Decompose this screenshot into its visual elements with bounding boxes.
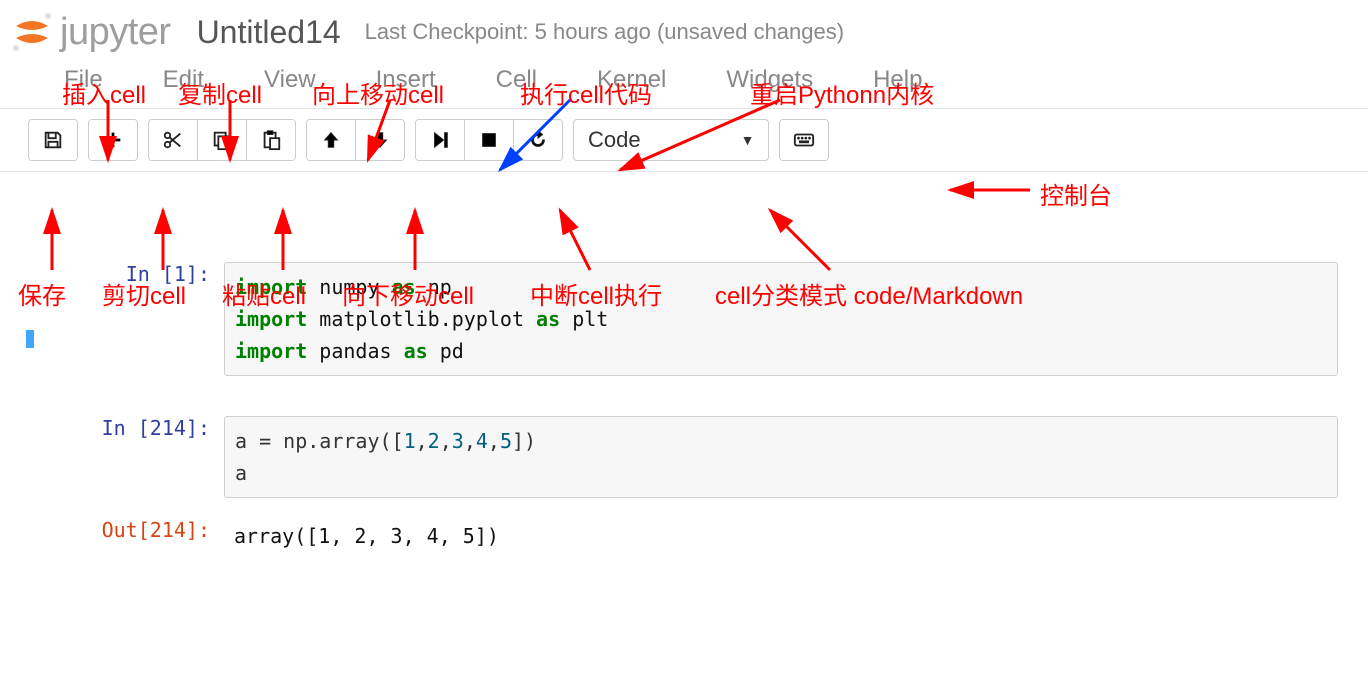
divider xyxy=(0,108,1368,109)
menu-edit[interactable]: Edit xyxy=(163,66,204,94)
jupyter-wordmark: jupyter xyxy=(60,11,171,54)
command-palette-button[interactable] xyxy=(780,120,828,160)
arrow-up-icon xyxy=(320,129,342,151)
copy-icon xyxy=(211,129,233,151)
run-icon xyxy=(429,129,451,151)
cell-type-label: Code xyxy=(588,127,641,153)
stop-icon xyxy=(478,129,500,151)
input-prompt: In [214]: xyxy=(10,416,224,440)
paste-icon xyxy=(260,129,282,151)
scissors-icon xyxy=(162,129,184,151)
move-down-button[interactable] xyxy=(355,120,404,160)
menu-bar: File Edit View Insert Cell Kernel Widget… xyxy=(0,54,1368,102)
move-up-button[interactable] xyxy=(307,120,355,160)
chevron-down-icon: ▼ xyxy=(741,132,755,148)
menu-help[interactable]: Help xyxy=(873,66,922,94)
toolbar: Code ▼ xyxy=(0,115,1368,165)
plus-icon xyxy=(102,129,124,151)
code-source[interactable]: a = np.array([1,2,3,4,5]) a xyxy=(224,416,1338,498)
paste-cell-button[interactable] xyxy=(246,120,295,160)
output-prompt: Out[214]: xyxy=(10,518,224,542)
jupyter-logo-icon xyxy=(10,10,54,54)
save-icon xyxy=(42,129,64,151)
code-cell[interactable]: In [1]: import numpy as np import matplo… xyxy=(10,262,1368,376)
ann-console: 控制台 xyxy=(1040,176,1112,211)
menu-kernel[interactable]: Kernel xyxy=(597,66,666,94)
input-prompt: In [1]: xyxy=(10,262,224,286)
interrupt-button[interactable] xyxy=(464,120,513,160)
restart-icon xyxy=(527,129,549,151)
menu-view[interactable]: View xyxy=(264,66,316,94)
save-button[interactable] xyxy=(29,120,77,160)
copy-cell-button[interactable] xyxy=(197,120,246,160)
divider xyxy=(0,171,1368,172)
arrow-down-icon xyxy=(369,129,391,151)
cell-select-marker xyxy=(26,330,34,348)
menu-insert[interactable]: Insert xyxy=(376,66,436,94)
output-text: array([1, 2, 3, 4, 5]) xyxy=(224,518,1338,554)
run-cell-button[interactable] xyxy=(416,120,464,160)
menu-file[interactable]: File xyxy=(64,66,103,94)
jupyter-logo[interactable]: jupyter xyxy=(10,10,171,54)
notebook-title[interactable]: Untitled14 xyxy=(197,14,341,51)
insert-cell-button[interactable] xyxy=(89,120,137,160)
output-cell: Out[214]: array([1, 2, 3, 4, 5]) xyxy=(10,518,1368,554)
notebook-container: In [1]: import numpy as np import matplo… xyxy=(0,262,1368,554)
restart-kernel-button[interactable] xyxy=(513,120,562,160)
keyboard-icon xyxy=(793,129,815,151)
jupyter-header: jupyter Untitled14 Last Checkpoint: 5 ho… xyxy=(0,0,1368,54)
cell-type-select[interactable]: Code ▼ xyxy=(573,119,769,161)
cut-cell-button[interactable] xyxy=(149,120,197,160)
menu-widgets[interactable]: Widgets xyxy=(726,66,813,94)
checkpoint-text: Last Checkpoint: 5 hours ago (unsaved ch… xyxy=(365,19,844,45)
menu-cell[interactable]: Cell xyxy=(496,66,537,94)
code-source[interactable]: import numpy as np import matplotlib.pyp… xyxy=(224,262,1338,376)
code-cell[interactable]: In [214]: a = np.array([1,2,3,4,5]) a xyxy=(10,416,1368,498)
